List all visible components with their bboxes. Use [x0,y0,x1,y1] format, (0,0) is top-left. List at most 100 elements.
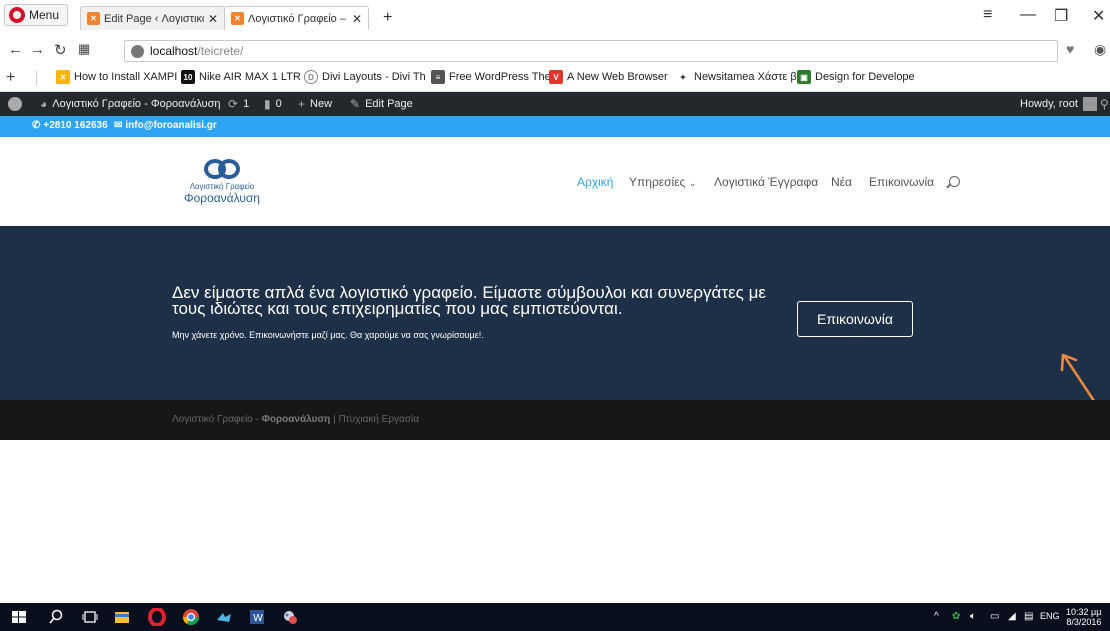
close-tab-icon[interactable]: ✕ [352,12,362,26]
avatar [1082,97,1097,111]
tab-menu-icon[interactable]: ≡ [983,6,992,24]
site-name-link[interactable]: ◕ Λογιστικό Γραφείο - Φοροανάλυση [40,97,220,111]
bookmark-item[interactable]: V A New Web Browser [549,70,668,84]
document-icon: ≡ [431,70,445,84]
bookmarks-bar: + ✕ How to Install XAMPI 10 Nike AIR MAX… [0,64,1110,92]
url-field[interactable]: localhost/teicrete/ [124,40,1058,62]
nav-label: Υπηρεσίες [629,175,686,189]
howdy-label: Howdy, root [1020,98,1078,110]
svg-text:W: W [253,613,263,624]
back-icon[interactable]: ← [8,41,23,58]
xampp-icon: ✕ [87,12,100,25]
word-icon[interactable]: W [248,608,266,626]
site-footer: Λογιστικό Γραφείο - Φοροανάλυση | Πτυχια… [0,400,1110,440]
windows-taskbar: W ^ ✿ 🔈︎ ▭ ◢ ▤ ENG 10:32 μμ 8/3/2016 [0,603,1110,631]
file-explorer-icon[interactable] [113,608,131,626]
nav-item-documents[interactable]: Λογιστικά Έγγραφα [714,175,818,189]
footer-suffix: Πτυχιακή Εργασία [338,414,419,425]
opera-icon[interactable] [148,608,166,626]
chrome-icon[interactable] [182,608,200,626]
heart-icon[interactable]: ♥ [1066,41,1074,57]
clock-date: 8/3/2016 [1066,617,1102,627]
search-icon[interactable] [47,608,65,626]
divi-icon: D [304,70,318,84]
nav-item-news[interactable]: Νέα [831,175,852,189]
new-content-link[interactable]: + New [298,97,332,111]
logo-rings-icon [202,157,242,181]
comments-count: 0 [275,98,282,110]
email-address: info@foroanalisi.gr [125,120,217,131]
phone-icon: ✆ [32,120,41,131]
email-icon: ✉ [114,120,123,131]
restore-icon[interactable]: ❐ [1054,6,1068,26]
site-logo[interactable]: Λογιστικό Γραφείο Φοροανάλυση [172,157,272,205]
new-label: New [310,98,333,110]
chevron-up-icon[interactable]: ^ [934,611,939,622]
dashboard-icon: ◕ [40,97,48,111]
nav-item-contact[interactable]: Επικοινωνία [869,175,934,189]
bookmark-label: Divi Layouts - Divi Th [322,71,426,83]
browser-tab-strip: Menu ✕ Edit Page ‹ Λογιστικό Γραφ ✕ ✕ Λο… [0,0,1110,36]
cta-title: Δεν είμαστε απλά ένα λογιστικό γραφείο. … [172,283,766,318]
windows-store-icon[interactable] [215,608,233,626]
task-view-icon[interactable] [81,608,99,626]
bookmark-item[interactable]: ✦ Newsitamea Χάστε β [676,70,797,84]
wp-admin-bar: ◕ Λογιστικό Γραφείο - Φοροανάλυση ⟳ 1 ▮ … [0,92,1110,116]
nav-item-services[interactable]: Υπηρεσίες ⌄ [629,175,696,189]
add-bookmark-icon[interactable]: + [6,69,15,87]
bookmark-item[interactable]: 10 Nike AIR MAX 1 LTR [181,70,301,84]
bookmark-item[interactable]: ▣ Design for Develope [797,70,915,84]
email-info[interactable]: ✉ info@foroanalisi.gr [114,120,217,131]
new-tab-icon[interactable]: + [383,9,392,27]
footer-separator: | [333,414,336,425]
comments-link[interactable]: ▮ 0 [264,97,282,111]
bookmark-item[interactable]: ✕ How to Install XAMPI [56,70,177,84]
globe-icon [131,44,144,58]
site-name: Λογιστικό Γραφείο - Φοροανάλυση [52,98,221,110]
wordpress-icon [8,97,22,111]
speed-dial-icon[interactable]: ▦ [78,41,90,57]
chevron-down-icon: ⌄ [688,178,697,188]
cta-section: Δεν είμαστε απλά ένα λογιστικό γραφείο. … [0,226,1110,412]
xampp-icon: ✕ [231,12,244,25]
bookmark-item[interactable]: D Divi Layouts - Divi Th [304,70,426,84]
minimize-icon[interactable]: — [1020,6,1036,24]
windows-start-icon[interactable] [10,608,28,626]
search-icon[interactable] [949,176,960,187]
reload-icon[interactable]: ↻ [54,41,67,59]
wordpress-menu[interactable] [8,97,22,111]
bookmark-item[interactable]: ≡ Free WordPress Them [431,70,560,84]
paint-icon[interactable] [282,608,300,626]
wifi-icon[interactable]: ◢ [1008,611,1016,622]
nav-item-home[interactable]: Αρχική [577,175,613,189]
close-tab-icon[interactable]: ✕ [208,12,218,26]
updates-count: 1 [243,98,250,110]
site-header: Λογιστικό Γραφείο Φοροανάλυση Αρχική Υπη… [0,137,1110,226]
account-icon[interactable]: ◉ [1094,41,1106,58]
bookmark-label: How to Install XAMPI [74,71,178,83]
notifications-icon[interactable]: ▤ [1024,611,1033,622]
contact-button[interactable]: Επικοινωνία [797,301,913,337]
battery-icon[interactable]: ▭ [990,611,999,622]
close-window-icon[interactable]: ✕ [1092,6,1105,26]
footer-brand: Φοροανάλυση [261,414,331,425]
newsitamea-icon: ✦ [676,70,690,84]
pencil-icon: ✎ [350,97,361,111]
opera-menu-button[interactable]: Menu [4,4,69,26]
language-indicator[interactable]: ENG [1040,611,1060,621]
network-app-icon[interactable]: ✿ [952,611,960,622]
updates-link[interactable]: ⟳ 1 [228,97,249,111]
tab-site[interactable]: ✕ Λογιστικό Γραφείο – Φορο ✕ [224,6,369,30]
clock[interactable]: 10:32 μμ 8/3/2016 [1066,607,1101,627]
tab-edit-page[interactable]: ✕ Edit Page ‹ Λογιστικό Γραφ ✕ [80,6,225,30]
footer-prefix: Λογιστικό Γραφείο - [172,414,259,425]
bookmark-label: Free WordPress Them [449,71,560,83]
volume-icon[interactable]: 🔈︎ [970,611,976,622]
address-bar-row: ← → ↻ ▦ localhost/teicrete/ ♥ ◉ [0,36,1110,64]
opera-logo-icon [9,7,25,23]
edit-page-link[interactable]: ✎ Edit Page [350,97,413,111]
user-menu[interactable]: Howdy, root [1020,97,1097,111]
forward-icon[interactable]: → [30,41,45,58]
admin-search[interactable]: ⚲ [1100,97,1109,111]
footer-credits: Λογιστικό Γραφείο - Φοροανάλυση | Πτυχια… [172,414,419,425]
